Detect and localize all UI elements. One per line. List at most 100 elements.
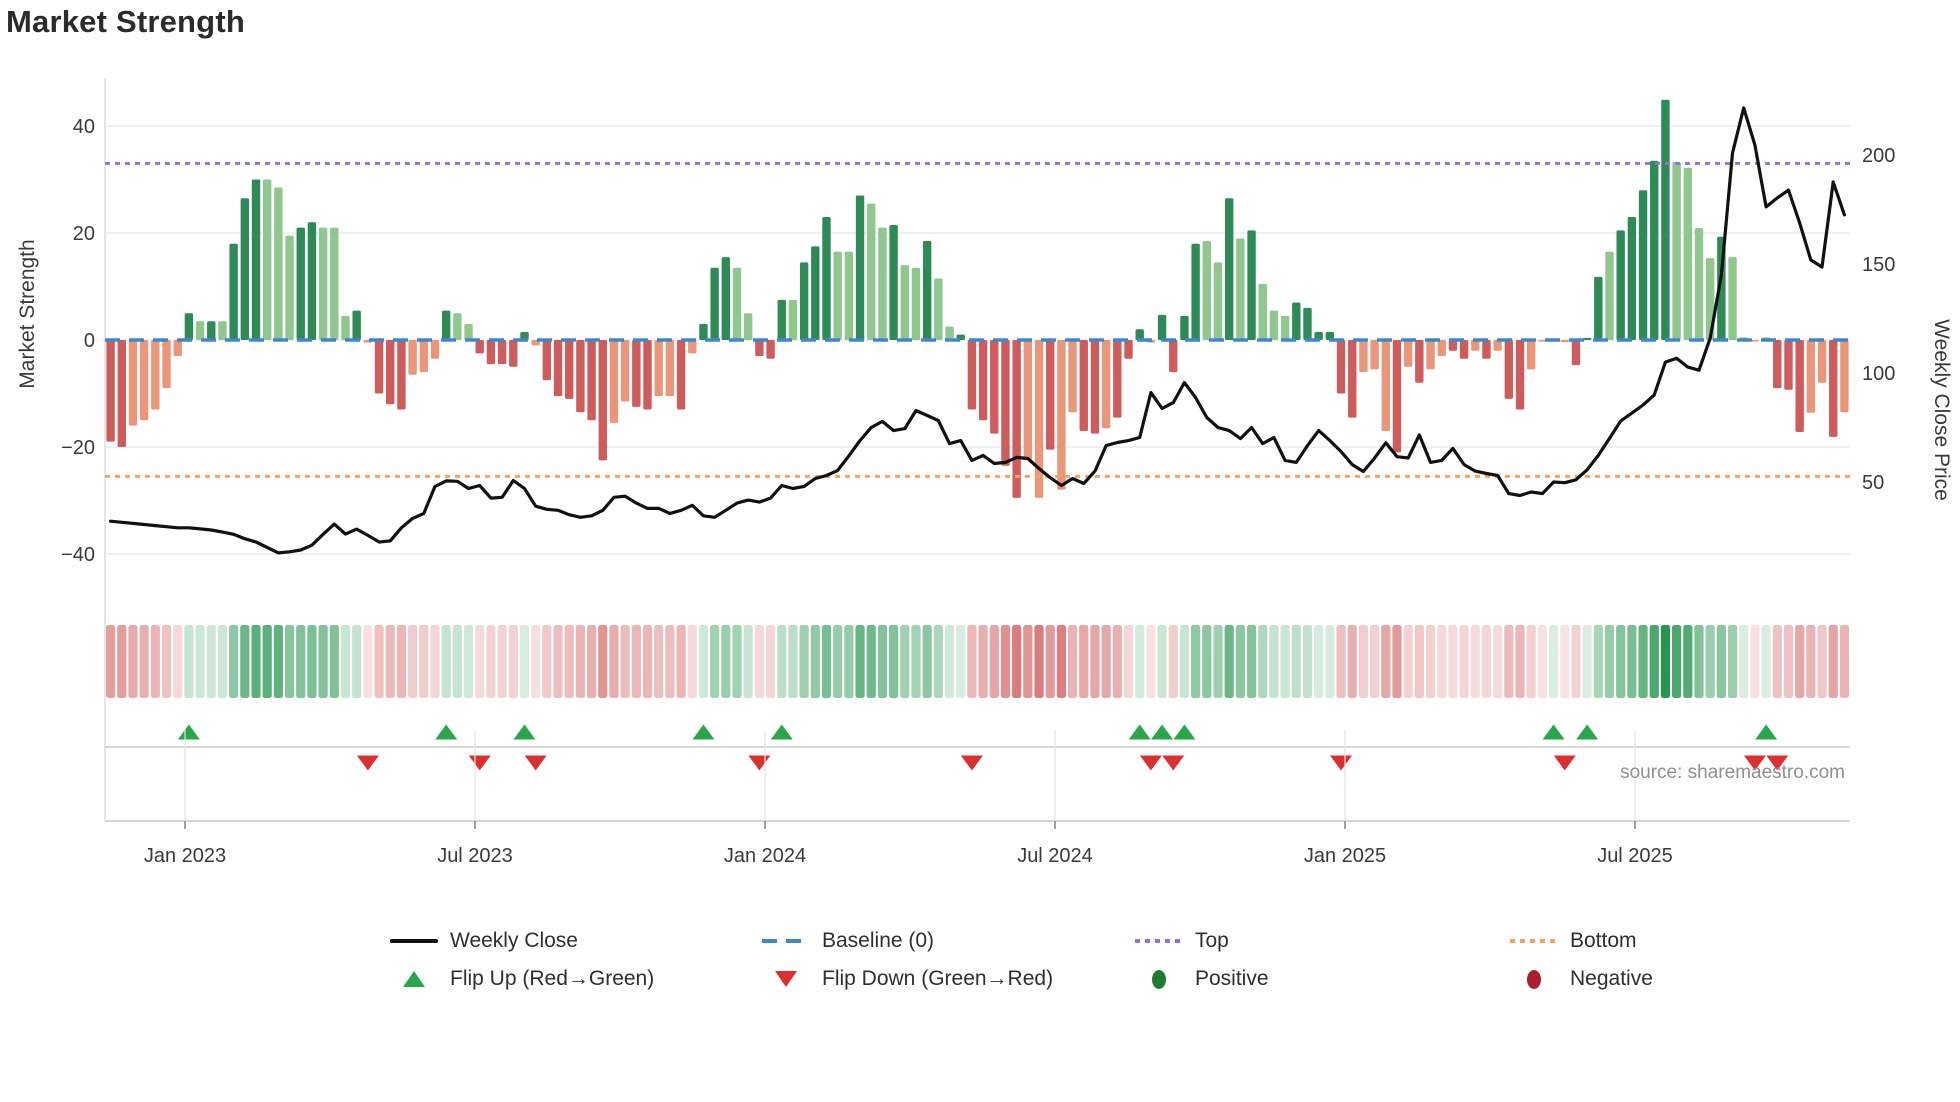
strength-bar bbox=[1303, 307, 1312, 340]
chart-canvas: 40200−20−4020015010050Jan 2023 Jul 2023 Ja… bbox=[61, 78, 1895, 867]
strength-bar bbox=[565, 340, 574, 399]
heatmap-cell bbox=[173, 625, 183, 698]
gridlines bbox=[104, 78, 1850, 822]
heatmap-cell bbox=[833, 625, 843, 698]
flip-up-marker bbox=[435, 724, 458, 740]
legend-weekly-close[interactable]: Weekly Close bbox=[390, 926, 578, 956]
heatmap-cell bbox=[1202, 625, 1212, 698]
strength-bars bbox=[106, 99, 1849, 498]
strength-bar bbox=[900, 265, 909, 340]
flip-up-marker bbox=[770, 724, 793, 740]
heatmap-cell bbox=[1582, 625, 1592, 698]
strength-bar bbox=[822, 216, 831, 340]
strength-bar bbox=[318, 227, 328, 340]
strength-bar bbox=[408, 340, 417, 375]
heatmap-cell bbox=[1101, 625, 1111, 698]
heatmap-cell bbox=[1280, 625, 1290, 698]
heatmap-cell bbox=[307, 625, 317, 698]
heatmap-cell bbox=[889, 625, 899, 698]
heatmap-cell bbox=[1470, 625, 1480, 698]
legend-top[interactable]: Top bbox=[1135, 926, 1229, 956]
strength-bar bbox=[799, 262, 809, 340]
heatmap-cell bbox=[419, 625, 429, 698]
strength-bar bbox=[1616, 230, 1625, 340]
strength-bar bbox=[195, 321, 205, 340]
heatmap-cell bbox=[866, 625, 876, 698]
strength-bar bbox=[699, 323, 708, 340]
strength-bar bbox=[1191, 243, 1200, 340]
heatmap-cell bbox=[329, 625, 339, 698]
heatmap-cell bbox=[1593, 625, 1603, 698]
strength-bar bbox=[1180, 315, 1189, 340]
strength-bar bbox=[1426, 340, 1435, 370]
strength-bar bbox=[643, 340, 652, 410]
heatmap-cell bbox=[631, 625, 641, 698]
heatmap-cell bbox=[877, 625, 888, 698]
strength-bar bbox=[1381, 340, 1390, 431]
strength-bar bbox=[755, 340, 764, 357]
strength-bar bbox=[620, 340, 630, 402]
strength-bar bbox=[1627, 216, 1637, 340]
heatmap-cell bbox=[284, 625, 295, 698]
strength-bar bbox=[184, 313, 194, 340]
heatmap-cell bbox=[1123, 625, 1134, 698]
strength-bar bbox=[1068, 340, 1077, 413]
heatmap-cell bbox=[1224, 625, 1234, 698]
heatmap-cell bbox=[1112, 625, 1122, 698]
strength-bar bbox=[352, 310, 361, 340]
strength-bar bbox=[1683, 167, 1693, 340]
strength-bar bbox=[1672, 161, 1681, 340]
flip-up-triangle-icon bbox=[390, 971, 438, 987]
strength-bar bbox=[1001, 340, 1010, 466]
strength-bar bbox=[509, 340, 518, 367]
heatmap-cell bbox=[642, 625, 653, 698]
legend-flip-up[interactable]: Flip Up (Red→Green) bbox=[390, 964, 654, 994]
strength-bar bbox=[1594, 276, 1603, 340]
heatmap-cell bbox=[542, 625, 552, 698]
strength-bar bbox=[1403, 340, 1413, 367]
legend-baseline[interactable]: Baseline (0) bbox=[762, 926, 934, 956]
flip-up-marker bbox=[1128, 724, 1151, 740]
legend-negative[interactable]: Negative bbox=[1510, 964, 1653, 994]
heatmap-cell bbox=[1571, 625, 1581, 698]
heatmap-cell bbox=[1493, 625, 1503, 698]
heatmap-cell bbox=[1246, 625, 1257, 698]
strength-bar bbox=[1504, 340, 1514, 399]
strength-bar bbox=[1034, 340, 1044, 498]
heatmap-cell bbox=[296, 625, 306, 698]
tick-label: −40 bbox=[61, 544, 95, 566]
heatmap-cell bbox=[1325, 625, 1335, 698]
heatmap-cell bbox=[1783, 625, 1794, 698]
strength-bar bbox=[262, 179, 272, 340]
strength-bar bbox=[1258, 283, 1267, 340]
heatmap-cell bbox=[161, 625, 172, 698]
strength-bar bbox=[207, 321, 216, 340]
strength-bar bbox=[1694, 228, 1704, 340]
legend-flip-down[interactable]: Flip Down (Green→Red) bbox=[762, 964, 1053, 994]
heatmap-cell bbox=[598, 625, 608, 698]
heatmap-cell bbox=[374, 625, 384, 698]
strength-bar bbox=[833, 251, 842, 340]
legend-positive[interactable]: Positive bbox=[1135, 964, 1269, 994]
top-dotted-icon bbox=[1135, 939, 1183, 943]
tick-label: Jul 2024 bbox=[1017, 845, 1093, 867]
heatmap-cell bbox=[765, 625, 776, 698]
heatmap-cell bbox=[430, 625, 440, 698]
heatmap-cell bbox=[1448, 625, 1458, 698]
heatmap-cell bbox=[184, 625, 194, 698]
heatmap-cell bbox=[240, 625, 250, 698]
heatmap-cell bbox=[1537, 625, 1547, 698]
heatmap-cell bbox=[777, 625, 787, 698]
strength-bar bbox=[1527, 340, 1536, 370]
heatmap-cell bbox=[1358, 625, 1369, 698]
heatmap-cell bbox=[788, 625, 798, 698]
heatmap-cell bbox=[944, 625, 955, 698]
heatmap-cell bbox=[475, 625, 485, 698]
strength-bar bbox=[743, 313, 753, 340]
legend-bottom[interactable]: Bottom bbox=[1510, 926, 1637, 956]
tick-label: 20 bbox=[73, 223, 95, 245]
heatmap-cell bbox=[1392, 625, 1402, 698]
threshold-lines bbox=[105, 162, 1850, 478]
heatmap-cell bbox=[1302, 625, 1313, 698]
strength-bar bbox=[1437, 340, 1446, 357]
